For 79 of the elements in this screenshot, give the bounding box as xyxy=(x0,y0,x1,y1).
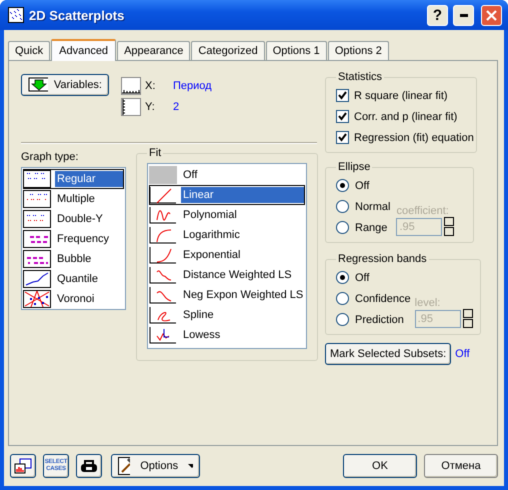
graph-type-item[interactable]: Multiple xyxy=(23,189,124,209)
graph-button[interactable] xyxy=(10,454,36,478)
tab[interactable]: Categorized xyxy=(191,41,265,60)
group-title: Ellipse xyxy=(337,161,372,173)
checkbox[interactable] xyxy=(336,131,349,144)
curve-icon xyxy=(149,226,177,244)
tab[interactable]: Quick xyxy=(8,41,50,60)
graph-type-item[interactable]: Frequency xyxy=(23,229,124,249)
window-title: 2D Scatterplots xyxy=(29,8,126,22)
variables-icon xyxy=(28,77,48,93)
x-axis-icon xyxy=(121,77,141,95)
spin-buttons[interactable] xyxy=(462,309,473,328)
spin-buttons[interactable] xyxy=(444,217,454,236)
blank-icon xyxy=(149,166,177,184)
radio-label: Prediction xyxy=(355,314,404,326)
group-title: Fit xyxy=(148,147,162,159)
curve-icon xyxy=(149,326,177,344)
radio-label: Confidence xyxy=(355,292,411,304)
field-label: coefficient: xyxy=(396,205,450,217)
mark-value: Off xyxy=(455,348,470,360)
ok-button[interactable]: OK xyxy=(343,454,417,478)
tab[interactable]: Options 1 xyxy=(266,41,327,60)
y-axis-icon xyxy=(121,98,141,116)
radio-label: Normal xyxy=(355,200,390,212)
graph-type-item[interactable]: Double-Y xyxy=(23,209,124,229)
variable-value: 2 xyxy=(173,101,180,113)
fit-item[interactable]: Logarithmic xyxy=(149,225,306,245)
graph-type-item[interactable]: Quantile xyxy=(23,269,124,289)
fit-item[interactable]: Off xyxy=(149,165,306,185)
graph-type-label: Graph type: xyxy=(21,151,80,165)
variables-button[interactable]: Variables: xyxy=(21,74,109,96)
tab[interactable]: Advanced xyxy=(51,39,116,61)
fit-item[interactable]: Distance Weighted LS xyxy=(149,265,306,285)
close-button[interactable] xyxy=(481,4,502,26)
field-label: level: xyxy=(414,297,442,309)
checkbox-label: Corr. and p (linear fit) xyxy=(354,110,458,122)
minimize-button[interactable] xyxy=(453,4,474,26)
checkbox-label: Regression (fit) equation xyxy=(354,132,474,144)
curve-icon xyxy=(149,286,177,304)
print-button[interactable] xyxy=(76,454,102,478)
curve-icon xyxy=(149,246,177,264)
variable-value: Период xyxy=(173,80,212,92)
axis-label: X: xyxy=(145,80,156,92)
curve-icon xyxy=(149,206,177,224)
minimize-icon xyxy=(460,14,468,16)
cancel-button[interactable]: Отмена xyxy=(424,454,498,478)
options-button[interactable]: Options xyxy=(111,454,200,478)
check-icon xyxy=(338,112,347,121)
curve-icon xyxy=(149,266,177,284)
fit-item[interactable]: Neg Expon Weighted LS xyxy=(149,285,306,305)
radio-label: Off xyxy=(355,272,370,284)
dropdown-arrow-icon xyxy=(188,464,193,468)
close-icon xyxy=(486,10,497,20)
tab[interactable]: Options 2 xyxy=(328,41,389,60)
fit-item[interactable]: Spline xyxy=(149,305,306,325)
check-icon xyxy=(338,133,347,142)
fit-item[interactable]: Lowess xyxy=(149,325,306,345)
checkbox[interactable] xyxy=(336,110,349,123)
fit-item[interactable]: Polynomial xyxy=(149,205,306,225)
group-title: Statistics xyxy=(337,71,384,83)
graph-type-item[interactable]: Bubble xyxy=(23,249,124,269)
fit-item[interactable]: Exponential xyxy=(149,245,306,265)
hammer-icon xyxy=(118,457,130,475)
checkbox[interactable] xyxy=(336,89,349,102)
printer-icon xyxy=(80,459,98,473)
tab[interactable]: Appearance xyxy=(117,41,190,60)
charts-icon xyxy=(14,458,32,474)
help-button[interactable]: ? xyxy=(427,4,448,26)
scatterplot-icon xyxy=(8,7,24,23)
check-icon xyxy=(338,91,347,100)
group-title: Regression bands xyxy=(337,253,428,265)
mark-subsets-button[interactable]: Mark Selected Subsets: xyxy=(325,343,452,365)
curve-icon xyxy=(149,186,177,204)
curve-icon xyxy=(149,306,177,324)
graph-type-item[interactable]: Voronoi xyxy=(23,289,124,309)
radio-label: Range xyxy=(355,222,388,234)
radio-label: Off xyxy=(355,180,370,192)
checkbox-label: R square (linear fit) xyxy=(354,90,448,102)
axis-label: Y: xyxy=(145,101,156,113)
